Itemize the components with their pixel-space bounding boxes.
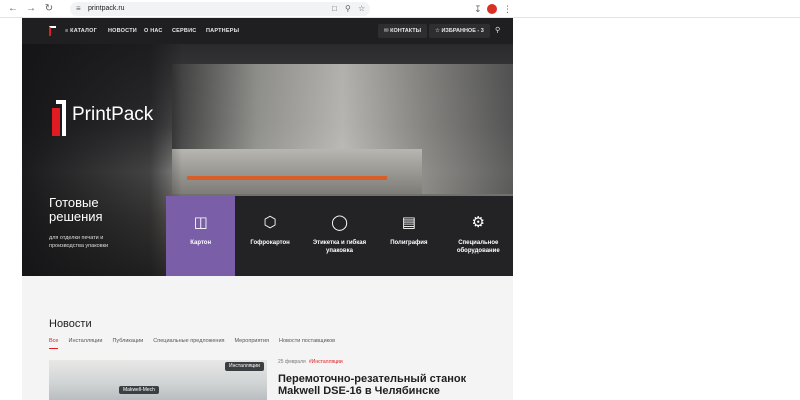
tab-events[interactable]: Мероприятия: [235, 336, 269, 349]
tab-installations[interactable]: Инсталляции: [68, 336, 102, 349]
news-tag[interactable]: #Инсталляции: [309, 359, 343, 365]
brand-icon: [52, 100, 66, 136]
reload-icon[interactable]: ↻: [42, 2, 56, 16]
news-headline[interactable]: Перемоточно-резательный станок Makwell D…: [278, 373, 508, 397]
menu-item-about[interactable]: О НАС: [144, 18, 163, 44]
category-tiles: ◫ Картон ⬡ Гофрокартон ◯ Этикетка и гибк…: [166, 196, 513, 276]
hero-image-stripe: [187, 176, 387, 180]
favorites-label: ИЗБРАННОЕ - 3: [441, 28, 484, 34]
category-label: Полиграфия: [390, 240, 428, 246]
gears-icon: ⚙: [471, 214, 485, 231]
tab-supplier-news[interactable]: Новости поставщиков: [279, 336, 335, 349]
hero-subtitle-line: производства упаковки: [49, 243, 109, 249]
menu-item-service[interactable]: СЕРВИС: [172, 18, 196, 44]
category-special-equipment[interactable]: ⚙ Специальное оборудование: [443, 196, 513, 276]
news-tabs: Все Инсталляции Публикации Специальные п…: [49, 336, 335, 349]
search-icon[interactable]: ⚲: [495, 18, 500, 44]
tab-special-offers[interactable]: Специальные предложения: [153, 336, 224, 349]
zoom-icon[interactable]: ⚲: [345, 2, 351, 16]
browser-toolbar: ← → ↻ ≡ printpack.ru □ ⚲ ☆ ↧ ⋮: [0, 0, 800, 18]
menu-label: КАТАЛОГ: [70, 28, 97, 34]
cube-icon: ⬡: [263, 214, 277, 231]
menu-item-news[interactable]: НОВОСТИ: [108, 18, 137, 44]
site-header: ≡ КАТАЛОГ НОВОСТИ О НАС СЕРВИС ПАРТНЕРЫ …: [22, 18, 513, 276]
category-badge: Инсталляции: [225, 362, 264, 371]
menu-item-catalog[interactable]: ≡ КАТАЛОГ: [65, 18, 97, 44]
category-label: Этикетка и гибкая упаковка: [312, 240, 367, 254]
hero-title-line: решения: [49, 209, 103, 224]
category-printing[interactable]: ▤ Полиграфия: [374, 196, 444, 276]
menu-item-partners[interactable]: ПАРТНЕРЫ: [206, 18, 239, 44]
address-bar[interactable]: ≡ printpack.ru □ ⚲ ☆: [70, 2, 370, 16]
download-icon[interactable]: ↧: [474, 2, 482, 16]
top-navigation: ≡ КАТАЛОГ НОВОСТИ О НАС СЕРВИС ПАРТНЕРЫ …: [22, 18, 513, 44]
tab-all[interactable]: Все: [49, 336, 59, 349]
arrow-right-icon[interactable]: →: [24, 2, 38, 16]
hero-tagline: Готовые решения для отделки печати и про…: [49, 196, 179, 250]
hero-title-line: Готовые: [49, 195, 99, 210]
more-icon[interactable]: ⋮: [503, 2, 512, 16]
category-carton[interactable]: ◫ Картон: [166, 196, 236, 276]
category-corrugated[interactable]: ⬡ Гофрокартон: [235, 196, 305, 276]
star-icon[interactable]: ☆: [358, 2, 365, 16]
category-label: Специальное оборудование: [456, 240, 500, 254]
news-card-image[interactable]: Makwell-Mech Инсталляции: [49, 360, 267, 400]
image-label: Makwell-Mech: [119, 386, 159, 394]
category-label: Гофрокартон: [250, 240, 290, 246]
brand-name: PrintPack: [72, 104, 154, 125]
news-date: 25 февраля: [278, 359, 306, 365]
hero-subtitle: для отделки печати и производства упаков…: [49, 234, 179, 250]
site-info-icon[interactable]: ≡: [76, 2, 81, 16]
category-label: Картон: [190, 240, 212, 246]
avatar[interactable]: [487, 4, 497, 14]
cast-icon[interactable]: □: [332, 2, 337, 16]
logo-icon[interactable]: [49, 26, 56, 36]
section-title: Новости: [49, 318, 92, 330]
news-section: Новости Все Инсталляции Публикации Специ…: [22, 276, 513, 400]
favorites-button[interactable]: ☆ ИЗБРАННОЕ - 3: [429, 24, 490, 38]
box-icon: ◫: [193, 214, 208, 231]
label-icon: ◯: [331, 214, 348, 231]
url-text[interactable]: printpack.ru: [88, 2, 125, 16]
hero-title: Готовые решения: [49, 196, 179, 224]
hero-subtitle-line: для отделки печати и: [49, 235, 104, 241]
contacts-button[interactable]: ✉ КОНТАКТЫ: [378, 24, 427, 38]
arrow-left-icon[interactable]: ←: [6, 2, 20, 16]
hero-image-table: [172, 149, 422, 194]
contacts-label: КОНТАКТЫ: [390, 28, 421, 34]
tab-publications[interactable]: Публикации: [112, 336, 143, 349]
book-icon: ▤: [401, 214, 416, 231]
category-label-packaging[interactable]: ◯ Этикетка и гибкая упаковка: [304, 196, 375, 276]
